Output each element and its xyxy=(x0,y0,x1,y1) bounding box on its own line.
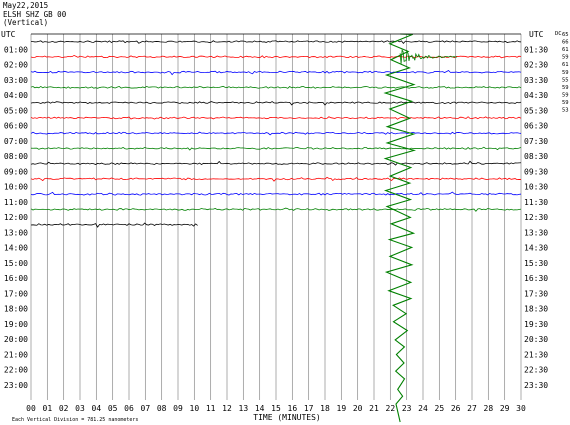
utc-tick-right: 18:30 xyxy=(524,305,548,314)
utc-tick-right: 22:30 xyxy=(524,366,548,375)
dc-offset-value: 59 xyxy=(562,70,569,76)
seismogram-chart: UTC UTC DC 01:00 02:00 03:00 04:00 05:00 06:00 07… xyxy=(1,30,569,423)
minute-tick-label: 27 xyxy=(467,404,477,413)
minute-tick-label: 30 xyxy=(516,404,526,413)
trace-row xyxy=(30,222,198,228)
utc-tick-left: 08:00 xyxy=(4,152,28,161)
minute-tick-label: 02 xyxy=(59,404,69,413)
dc-offset-value: 55 xyxy=(562,77,569,83)
utc-tick-left: 02:00 xyxy=(4,61,28,70)
left-axis-label: UTC xyxy=(1,30,16,39)
utc-tick-left: 09:00 xyxy=(4,167,28,176)
utc-tick-left: 17:00 xyxy=(4,289,28,298)
utc-tick-right: 12:30 xyxy=(524,213,548,222)
minute-tick-label: 24 xyxy=(418,404,428,413)
minute-tick-label: 13 xyxy=(239,404,249,413)
dc-offset-value: 61 xyxy=(562,62,569,68)
utc-tick-left: 11:00 xyxy=(4,198,28,207)
right-axis-label: UTC xyxy=(529,30,544,39)
utc-tick-left: 14:00 xyxy=(4,244,28,253)
utc-tick-right: 10:30 xyxy=(524,183,548,192)
minute-tick-label: 17 xyxy=(304,404,314,413)
utc-tick-left: 20:00 xyxy=(4,335,28,344)
minute-tick-label: 08 xyxy=(157,404,167,413)
utc-tick-right: 05:30 xyxy=(524,106,548,115)
utc-tick-left: 05:00 xyxy=(4,106,28,115)
minute-tick-label: 23 xyxy=(402,404,412,413)
minute-tick-label: 28 xyxy=(484,404,494,413)
dc-offset-value: 65 xyxy=(562,32,569,38)
utc-tick-left: 04:00 xyxy=(4,91,28,100)
grid-lines xyxy=(30,34,522,400)
minute-tick-label: 12 xyxy=(222,404,232,413)
utc-tick-right: 04:30 xyxy=(524,91,548,100)
utc-tick-right: 01:30 xyxy=(524,45,548,54)
utc-tick-left: 15:00 xyxy=(4,259,28,268)
utc-tick-right: 09:30 xyxy=(524,167,548,176)
utc-tick-right: 08:30 xyxy=(524,152,548,161)
utc-tick-right: 15:30 xyxy=(524,259,548,268)
minute-tick-label: 19 xyxy=(337,404,347,413)
minute-tick-label: 29 xyxy=(500,404,510,413)
utc-tick-left: 01:00 xyxy=(4,45,28,54)
utc-tick-left: 19:00 xyxy=(4,320,28,329)
utc-tick-left: 10:00 xyxy=(4,183,28,192)
utc-tick-right: 03:30 xyxy=(524,76,548,85)
x-axis-title: TIME (MINUTES) xyxy=(253,413,320,422)
utc-tick-right: 23:30 xyxy=(524,381,548,390)
utc-tick-right: 11:30 xyxy=(524,198,548,207)
footer-note: Each Vertical Division = 781.25 nanomete… xyxy=(12,417,138,423)
utc-tick-left: 07:00 xyxy=(4,137,28,146)
dc-label: DC xyxy=(555,31,562,37)
minute-tick-label: 11 xyxy=(206,404,216,413)
dc-offset-value: 59 xyxy=(562,92,569,98)
dc-offset-value: 66 xyxy=(562,40,569,46)
minute-tick-label: 10 xyxy=(190,404,200,413)
utc-tick-right: 19:30 xyxy=(524,320,548,329)
dc-offset-value: 53 xyxy=(562,108,569,114)
dc-offset-value: 59 xyxy=(562,55,569,61)
minute-tick-label: 18 xyxy=(320,404,330,413)
utc-tick-right: 16:30 xyxy=(524,274,548,283)
utc-tick-left: 13:00 xyxy=(4,228,28,237)
minute-tick-label: 25 xyxy=(435,404,445,413)
minute-tick-label: 00 xyxy=(26,404,36,413)
utc-tick-left: 12:00 xyxy=(4,213,28,222)
minute-tick-label: 20 xyxy=(353,404,363,413)
utc-tick-left: 21:00 xyxy=(4,350,28,359)
minute-tick-label: 04 xyxy=(92,404,102,413)
minute-tick-label: 14 xyxy=(255,404,265,413)
utc-tick-right: 20:30 xyxy=(524,335,548,344)
minute-tick-label: 16 xyxy=(288,404,298,413)
minute-tick-label: 09 xyxy=(173,404,183,413)
dc-offset-value: 61 xyxy=(562,47,569,53)
utc-tick-left: 03:00 xyxy=(4,76,28,85)
minute-tick-label: 03 xyxy=(75,404,85,413)
event-waveform xyxy=(383,33,417,423)
utc-tick-left: 23:00 xyxy=(4,381,28,390)
utc-tick-left: 06:00 xyxy=(4,122,28,131)
minute-tick-label: 21 xyxy=(369,404,379,413)
minute-tick-label: 01 xyxy=(43,404,53,413)
dc-offset-value: 59 xyxy=(562,100,569,106)
utc-tick-right: 21:30 xyxy=(524,350,548,359)
minute-tick-label: 07 xyxy=(141,404,151,413)
utc-tick-right: 17:30 xyxy=(524,289,548,298)
minute-tick-label: 26 xyxy=(451,404,461,413)
utc-tick-left: 16:00 xyxy=(4,274,28,283)
utc-tick-left: 18:00 xyxy=(4,305,28,314)
utc-tick-left: 22:00 xyxy=(4,366,28,375)
minute-tick-label: 22 xyxy=(386,404,396,413)
minute-tick-label: 15 xyxy=(271,404,281,413)
dc-offset-value: 59 xyxy=(562,85,569,91)
utc-tick-right: 13:30 xyxy=(524,228,548,237)
minute-tick-label: 06 xyxy=(124,404,134,413)
utc-tick-right: 02:30 xyxy=(524,61,548,70)
utc-tick-right: 14:30 xyxy=(524,244,548,253)
utc-tick-right: 07:30 xyxy=(524,137,548,146)
utc-tick-right: 06:30 xyxy=(524,122,548,131)
minute-tick-label: 05 xyxy=(108,404,118,413)
